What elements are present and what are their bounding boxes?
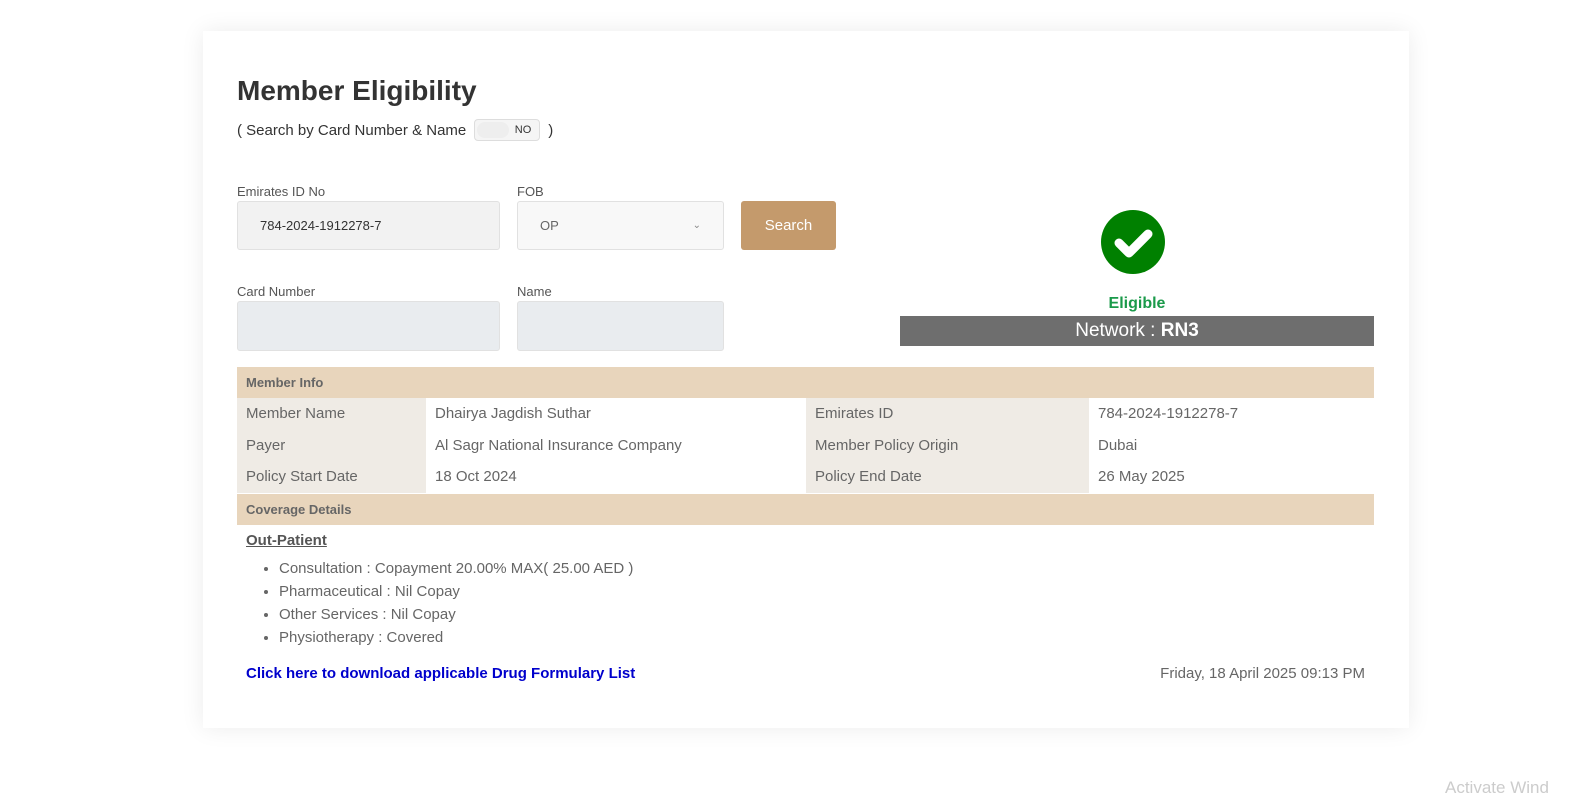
emirates-id-input[interactable]: 784-2024-1912278-7 [237, 201, 500, 250]
check-circle-icon [1101, 210, 1165, 274]
fob-select[interactable]: OP ⌄ [517, 201, 724, 250]
page-title: Member Eligibility [237, 75, 477, 106]
network-value: RN3 [1160, 320, 1199, 341]
field-label: Policy End Date [806, 461, 1089, 493]
table-row: Payer Al Sagr National Insurance Company M… [237, 429, 1374, 461]
card-number-input[interactable] [237, 301, 500, 351]
fob-value: OP [540, 218, 559, 233]
eligibility-card: Member Eligibility ( Search by Card Numb… [203, 31, 1409, 728]
list-item: Consultation : Copayment 20.00% MAX( 25.… [279, 557, 633, 580]
coverage-category: Out-Patient [246, 532, 327, 549]
field-value: Dubai [1098, 436, 1138, 454]
field-value: 784-2024-1912278-7 [1098, 405, 1239, 423]
field-label: Emirates ID [806, 398, 1089, 430]
field-label: Member Name [237, 398, 426, 430]
toggle-suffix: ) [548, 121, 554, 139]
table-row: Policy Start Date 18 Oct 2024 Policy End D… [237, 461, 1374, 493]
name-label: Name [517, 284, 552, 299]
field-label: Policy Start Date [237, 461, 426, 493]
list-item: Other Services : Nil Copay [279, 603, 633, 626]
search-mode: ( Search by Card Number & Name NO ) [237, 119, 553, 141]
table-row: Member Name Dhairya Jagdish Suthar Emirate… [237, 398, 1374, 430]
timestamp: Friday, 18 April 2025 09:13 PM [1160, 665, 1365, 682]
chevron-down-icon: ⌄ [692, 220, 701, 231]
card-number-label: Card Number [237, 284, 316, 299]
drug-formulary-link[interactable]: Click here to download applicable Drug F… [246, 665, 635, 682]
field-value: 18 Oct 2024 [435, 468, 517, 486]
member-info-table: Member Name Dhairya Jagdish Suthar Emirate… [237, 398, 1374, 493]
coverage-list: Consultation : Copayment 20.00% MAX( 25.… [279, 557, 633, 649]
windows-watermark: Activate Wind [1445, 778, 1549, 797]
field-value: Al Sagr National Insurance Company [435, 436, 682, 454]
search-button[interactable]: Search [741, 201, 836, 250]
list-item: Physiotherapy : Covered [279, 626, 633, 649]
field-value: 26 May 2025 [1098, 468, 1185, 486]
network-label: Network : [1075, 320, 1161, 341]
search-mode-toggle[interactable]: NO [474, 119, 541, 141]
eligibility-status: Eligible [1108, 295, 1166, 312]
list-item: Pharmaceutical : Nil Copay [279, 580, 633, 603]
toggle-label: ( Search by Card Number & Name [237, 121, 467, 139]
network-banner: Network : RN3 [900, 316, 1374, 346]
coverage-header: Coverage Details [237, 494, 1374, 525]
field-label: Payer [237, 429, 426, 461]
toggle-state: NO [514, 124, 532, 136]
emirates-id-label: Emirates ID No [237, 184, 326, 199]
field-label: Member Policy Origin [806, 429, 1089, 461]
fob-label: FOB [517, 184, 544, 199]
field-value: Dhairya Jagdish Suthar [435, 405, 591, 423]
member-info-header: Member Info [237, 367, 1374, 398]
name-input[interactable] [517, 301, 724, 351]
